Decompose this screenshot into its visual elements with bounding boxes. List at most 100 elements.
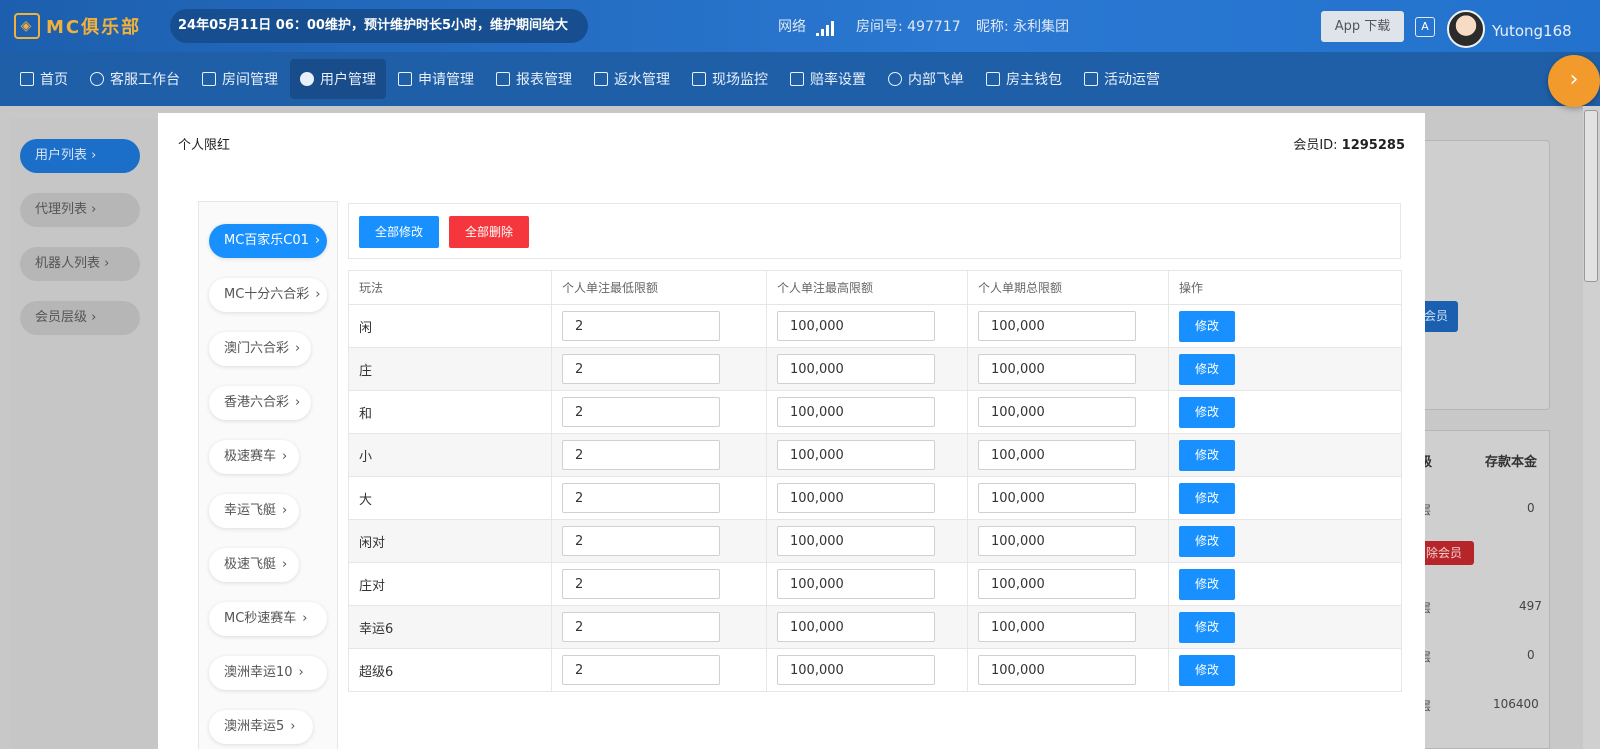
sidebar-item-agent-list[interactable]: 代理列表 ›: [20, 193, 140, 227]
tab-game[interactable]: 极速飞艇 ›: [209, 548, 299, 582]
chevron-right-icon: ›: [298, 665, 304, 680]
total-cell: [967, 476, 1169, 520]
total-limit-input[interactable]: [978, 311, 1136, 341]
app-download-button[interactable]: App 下载: [1321, 11, 1404, 42]
delete-all-button[interactable]: 全部删除: [449, 216, 529, 248]
nav-activities[interactable]: 活动运营: [1074, 59, 1170, 99]
total-limit-input[interactable]: [978, 397, 1136, 427]
edit-all-button[interactable]: 全部修改: [359, 216, 439, 248]
nav-service[interactable]: 客服工作台: [80, 59, 190, 99]
tag-icon: [594, 72, 608, 86]
total-limit-input[interactable]: [978, 354, 1136, 384]
play-name: 和: [348, 390, 552, 434]
edit-button[interactable]: 修改: [1179, 568, 1235, 600]
tab-game[interactable]: 澳洲幸运5 ›: [209, 710, 313, 744]
min-limit-input[interactable]: [562, 612, 720, 642]
max-limit-input[interactable]: [777, 311, 935, 341]
nav-wallet[interactable]: 房主钱包: [976, 59, 1072, 99]
max-limit-input[interactable]: [777, 569, 935, 599]
sidebar-item-member-levels[interactable]: 会员层级 ›: [20, 301, 140, 335]
tab-game[interactable]: 极速赛车 ›: [209, 440, 299, 474]
max-limit-input[interactable]: [777, 354, 935, 384]
min-limit-input[interactable]: [562, 354, 720, 384]
tab-game[interactable]: 香港六合彩 ›: [209, 386, 311, 420]
translate-icon[interactable]: A: [1415, 17, 1435, 37]
network-status: 网络: [778, 16, 834, 36]
nav-monitor[interactable]: 现场监控: [682, 59, 778, 99]
signal-icon: [816, 20, 834, 36]
col-min-single: 个人单注最低限额: [551, 270, 767, 305]
min-limit-input[interactable]: [562, 397, 720, 427]
app-logo[interactable]: ◈ MC俱乐部: [14, 12, 141, 40]
nav-home[interactable]: 首页: [10, 59, 78, 99]
tab-game[interactable]: 幸运飞艇 ›: [209, 494, 299, 528]
max-limit-input[interactable]: [777, 397, 935, 427]
total-limit-input[interactable]: [978, 569, 1136, 599]
total-cell: [967, 648, 1169, 692]
min-limit-input[interactable]: [562, 569, 720, 599]
nav-odds[interactable]: 赔率设置: [780, 59, 876, 99]
max-limit-input[interactable]: [777, 440, 935, 470]
edit-button[interactable]: 修改: [1179, 310, 1235, 342]
nav-internal[interactable]: 内部飞单: [878, 59, 974, 99]
min-cell: [551, 648, 767, 692]
action-cell: 修改: [1168, 562, 1402, 606]
edit-button[interactable]: 修改: [1179, 611, 1235, 643]
sidebar-item-robot-list[interactable]: 机器人列表 ›: [20, 247, 140, 281]
limit-table: 玩法 个人单注最低限额 个人单注最高限额 个人单期总限额 操作 闲修改庄修改和修…: [348, 270, 1402, 692]
min-limit-input[interactable]: [562, 483, 720, 513]
edit-button[interactable]: 修改: [1179, 439, 1235, 471]
nav-rooms[interactable]: 房间管理: [192, 59, 288, 99]
total-cell: [967, 390, 1169, 434]
nav-reports[interactable]: 报表管理: [486, 59, 582, 99]
nav-label: 申请管理: [418, 72, 474, 88]
edit-button[interactable]: 修改: [1179, 396, 1235, 428]
room-number: 房间号: 497717: [856, 19, 961, 35]
total-limit-input[interactable]: [978, 526, 1136, 556]
table-row: 闲 修改: [348, 304, 1402, 348]
total-limit-input[interactable]: [978, 655, 1136, 685]
col-deposit: 存款本金: [1485, 455, 1538, 470]
document-icon: [398, 72, 412, 86]
total-limit-input[interactable]: [978, 483, 1136, 513]
avatar[interactable]: [1447, 10, 1485, 48]
min-cell: [551, 562, 767, 606]
col-play: 玩法: [348, 270, 552, 305]
edit-button[interactable]: 修改: [1179, 525, 1235, 557]
user-icon: [300, 72, 314, 86]
min-limit-input[interactable]: [562, 311, 720, 341]
total-limit-input[interactable]: [978, 440, 1136, 470]
total-limit-input[interactable]: [978, 612, 1136, 642]
nav-users[interactable]: 用户管理: [290, 59, 386, 99]
min-limit-input[interactable]: [562, 440, 720, 470]
expand-arrow-button[interactable]: ›: [1548, 55, 1600, 107]
tab-game[interactable]: MC秒速赛车 ›: [209, 602, 327, 636]
sidebar-item-user-list[interactable]: 用户列表 ›: [20, 139, 140, 173]
chevron-right-icon: ›: [282, 449, 288, 464]
tab-game[interactable]: 澳洲幸运10 ›: [209, 656, 327, 690]
play-name: 庄对: [348, 562, 552, 606]
edit-button[interactable]: 修改: [1179, 482, 1235, 514]
max-limit-input[interactable]: [777, 655, 935, 685]
action-cell: 修改: [1168, 476, 1402, 520]
grid-icon: [202, 72, 216, 86]
tab-game[interactable]: MC十分六合彩 ›: [209, 278, 327, 312]
max-limit-input[interactable]: [777, 483, 935, 513]
nav-applications[interactable]: 申请管理: [388, 59, 484, 99]
username[interactable]: Yutong168: [1492, 22, 1572, 40]
max-limit-input[interactable]: [777, 526, 935, 556]
action-cell: 修改: [1168, 648, 1402, 692]
scrollbar-thumb[interactable]: [1584, 110, 1598, 282]
nav-rebate[interactable]: 返水管理: [584, 59, 680, 99]
deposit-cell: 0: [1527, 501, 1535, 515]
bar-chart-icon: [496, 72, 510, 86]
game-tabs: MC百家乐C01 › MC十分六合彩 › 澳门六合彩 › 香港六合彩 › 极速赛车 › 幸…: [198, 201, 338, 749]
tab-game[interactable]: MC百家乐C01 ›: [209, 224, 327, 258]
max-cell: [766, 648, 968, 692]
edit-button[interactable]: 修改: [1179, 654, 1235, 686]
max-limit-input[interactable]: [777, 612, 935, 642]
min-limit-input[interactable]: [562, 526, 720, 556]
edit-button[interactable]: 修改: [1179, 353, 1235, 385]
tab-game[interactable]: 澳门六合彩 ›: [209, 332, 311, 366]
min-limit-input[interactable]: [562, 655, 720, 685]
